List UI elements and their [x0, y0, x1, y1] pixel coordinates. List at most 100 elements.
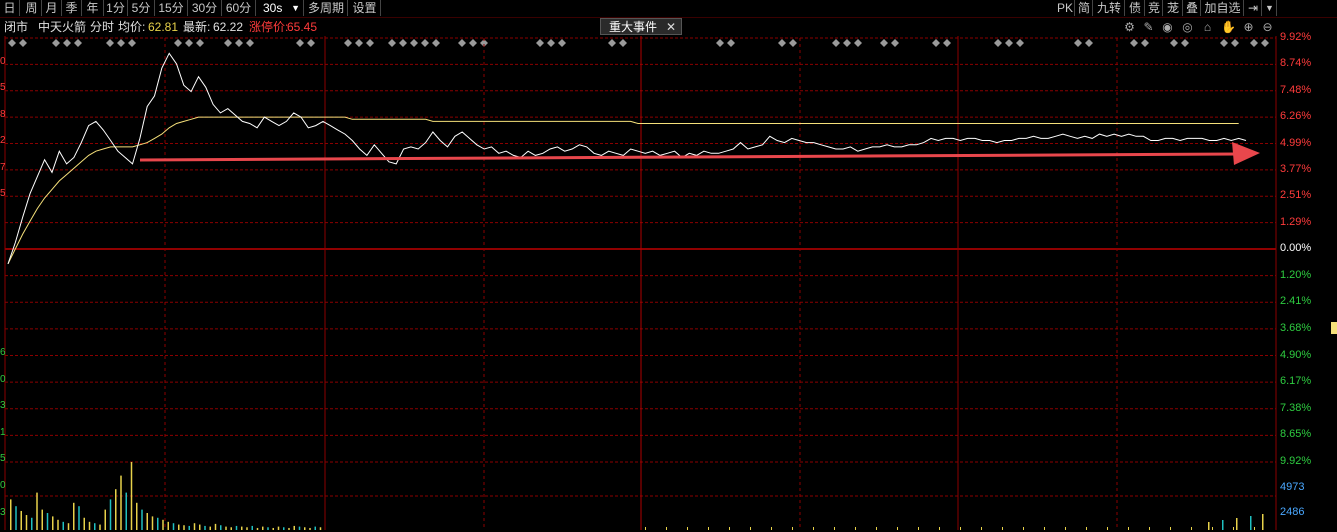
left-axis-fragment-4: 7: [0, 161, 6, 173]
axis-label-down-0: 1.20%: [1280, 268, 1312, 281]
event-marker-30: [608, 39, 616, 47]
volume-bar-4: [31, 517, 33, 530]
event-marker-17: [355, 39, 363, 47]
volume-bar-9: [57, 519, 59, 530]
volume-bar-59: [319, 527, 322, 530]
trend-arrow-head: [1232, 142, 1260, 165]
event-marker-0: [8, 39, 16, 47]
volume-bar-58: [314, 526, 316, 530]
event-marker-7: [128, 39, 136, 47]
volume-bar-late-24: [1149, 527, 1150, 530]
event-marker-21: [410, 39, 418, 47]
event-marker-32: [716, 39, 724, 47]
event-marker-38: [854, 39, 862, 47]
event-marker-34: [778, 39, 786, 47]
volume-bar-52: [283, 527, 285, 530]
left-axis-fragment-11: 6: [0, 346, 6, 358]
volume-bar-36: [199, 524, 201, 530]
event-marker-22: [421, 39, 429, 47]
event-marker-55: [1261, 39, 1269, 47]
volume-bar-32: [178, 524, 180, 530]
event-marker-29: [558, 39, 566, 47]
event-marker-4: [74, 39, 82, 47]
crosshair-marker[interactable]: [1331, 322, 1337, 334]
event-marker-49: [1141, 39, 1149, 47]
volume-label-high: 4973: [1280, 481, 1305, 493]
event-marker-16: [344, 39, 352, 47]
event-marker-44: [1005, 39, 1013, 47]
axis-label-down-7: 9.92%: [1280, 455, 1312, 467]
event-marker-37: [843, 39, 851, 47]
axis-label-up-6: 2.51%: [1280, 189, 1312, 202]
volume-bar-21: [120, 475, 122, 530]
volume-bar-late-23: [1128, 527, 1129, 530]
volume-bar-late-19: [1044, 527, 1045, 530]
event-marker-12: [235, 39, 243, 47]
volume-bar-late-25: [1170, 527, 1171, 530]
left-axis-fragment-2: 8: [0, 108, 6, 120]
event-marker-9: [185, 39, 193, 47]
event-marker-51: [1181, 39, 1189, 47]
volume-bar-29: [162, 519, 164, 530]
volume-bar-late-2: [687, 527, 688, 530]
volume-bar-late-7: [792, 527, 793, 530]
event-marker-54: [1250, 39, 1258, 47]
event-marker-36: [832, 39, 840, 47]
volume-bar-26: [146, 513, 148, 530]
left-axis-fragment-3: 2: [0, 135, 6, 147]
event-marker-11: [224, 39, 232, 47]
volume-bar-57: [309, 527, 311, 530]
volume-bar-late-11: [876, 527, 877, 530]
volume-bar-51: [277, 526, 280, 530]
volume-bar-5: [36, 492, 38, 530]
volume-bar-late-12: [897, 527, 898, 530]
event-marker-48: [1130, 39, 1138, 47]
volume-bar-41: [225, 526, 227, 530]
volume-bar-13: [78, 506, 80, 530]
volume-bar-40: [220, 525, 222, 530]
event-marker-27: [536, 39, 544, 47]
volume-bar-8: [52, 516, 54, 530]
volume-bar-16: [94, 523, 96, 530]
volume-bar-late-29: [1254, 527, 1255, 530]
volume-bar-15: [88, 521, 91, 530]
volume-bar-18: [104, 509, 106, 530]
volume-bar-late-8: [813, 527, 814, 530]
event-marker-23: [432, 39, 440, 47]
event-marker-25: [469, 39, 477, 47]
axis-label-up-2: 7.48%: [1280, 83, 1312, 96]
event-marker-15: [307, 39, 315, 47]
volume-bar-38: [209, 526, 211, 530]
volume-bar-late-27: [1212, 527, 1213, 530]
volume-bar-55: [298, 526, 301, 530]
volume-bar-17: [99, 524, 101, 530]
event-marker-45: [1016, 39, 1024, 47]
axis-label-up-4: 4.99%: [1280, 136, 1312, 149]
volume-bar-1: [15, 506, 17, 530]
volume-bar-0: [10, 499, 12, 530]
axis-label-down-6: 8.65%: [1280, 428, 1312, 441]
axis-label-down-1: 2.41%: [1280, 295, 1312, 308]
volume-bar-late-28: [1233, 527, 1234, 530]
volume-bar-late-17: [1002, 527, 1003, 530]
event-marker-41: [932, 39, 940, 47]
volume-bar-22: [125, 492, 127, 530]
event-marker-40: [891, 39, 899, 47]
volume-bar-24: [136, 502, 138, 530]
left-axis-fragment-17: 3: [0, 506, 6, 518]
volume-bar-49: [267, 527, 269, 530]
left-axis-fragment-16: 0: [0, 480, 6, 491]
volume-bar-56: [304, 527, 306, 530]
event-marker-39: [880, 39, 888, 47]
event-marker-10: [196, 39, 204, 47]
axis-label-zero: 0.00%: [1280, 242, 1312, 254]
event-marker-2: [52, 39, 60, 47]
event-marker-28: [547, 39, 555, 47]
volume-bar-20: [115, 489, 117, 530]
volume-bar-late-16: [981, 527, 982, 530]
volume-bar-42: [230, 527, 232, 530]
volume-bar-late-0: [645, 527, 646, 530]
axis-label-up-3: 6.26%: [1280, 110, 1312, 123]
event-marker-18: [366, 39, 374, 47]
volume-bar-28: [157, 517, 159, 530]
